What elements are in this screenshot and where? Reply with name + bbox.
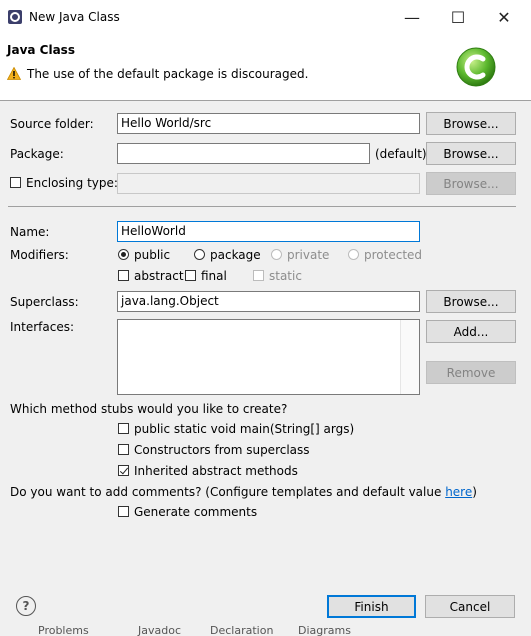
window-title: New Java Class: [29, 10, 120, 24]
background-tab-declaration[interactable]: Declaration: [210, 626, 273, 636]
comments-question: Do you want to add comments? (Configure …: [10, 485, 477, 499]
package-label: Package:: [10, 147, 64, 161]
enclosing-type-checkbox[interactable]: [10, 177, 21, 188]
modifier-public-radio[interactable]: [118, 249, 129, 260]
comments-question-suffix: ): [472, 485, 477, 499]
superclass-field[interactable]: java.lang.Object: [117, 291, 420, 312]
enclosing-type-label: Enclosing type:: [26, 176, 118, 190]
modifier-protected-radio: [348, 249, 359, 260]
inherited-methods-checkbox[interactable]: [118, 465, 129, 476]
background-tab-strip: Problems Javadoc Declaration Diagrams: [0, 626, 531, 636]
modifiers-label: Modifiers:: [10, 248, 69, 262]
help-icon[interactable]: ?: [16, 596, 36, 616]
generate-comments-checkbox[interactable]: [118, 506, 129, 517]
static-checkbox: [253, 270, 264, 281]
constructors-checkbox[interactable]: [118, 444, 129, 455]
inherited-methods-label: Inherited abstract methods: [134, 464, 298, 478]
source-folder-label: Source folder:: [10, 117, 94, 131]
abstract-label: abstract: [134, 269, 184, 283]
add-interface-button[interactable]: Add...: [426, 320, 516, 343]
name-label: Name:: [10, 225, 50, 239]
final-label: final: [201, 269, 227, 283]
package-default-label: (default): [375, 147, 427, 161]
close-button[interactable]: ✕: [481, 0, 527, 34]
background-tab-diagrams[interactable]: Diagrams: [298, 626, 351, 636]
enclosing-type-browse-button: Browse...: [426, 172, 516, 195]
modifier-protected-label: protected: [364, 248, 423, 262]
name-field[interactable]: HelloWorld: [117, 221, 420, 242]
background-tab-problems[interactable]: Problems: [38, 626, 89, 636]
generate-comments-label: Generate comments: [134, 505, 258, 519]
configure-templates-link[interactable]: here: [445, 485, 472, 499]
wizard-title: Java Class: [7, 43, 75, 57]
modifier-package-label: package: [210, 248, 261, 262]
abstract-checkbox[interactable]: [118, 270, 129, 281]
superclass-label: Superclass:: [10, 295, 79, 309]
stubs-question: Which method stubs would you like to cre…: [10, 402, 288, 416]
eclipse-gear-icon: [8, 10, 22, 24]
separator: [8, 206, 516, 207]
maximize-button[interactable]: ☐: [435, 0, 481, 34]
cancel-button[interactable]: Cancel: [425, 595, 515, 618]
background-tab-javadoc[interactable]: Javadoc: [138, 626, 181, 636]
comments-question-text: Do you want to add comments? (Configure …: [10, 485, 446, 499]
modifier-package-radio[interactable]: [194, 249, 205, 260]
wizard-message: The use of the default package is discou…: [27, 67, 309, 81]
interfaces-label: Interfaces:: [10, 320, 75, 334]
modifier-public-label: public: [134, 248, 171, 262]
minimize-button[interactable]: —: [389, 0, 435, 34]
source-folder-browse-button[interactable]: Browse...: [426, 112, 516, 135]
title-bar: New Java Class — ☐ ✕: [0, 0, 531, 34]
superclass-browse-button[interactable]: Browse...: [426, 290, 516, 313]
static-label: static: [269, 269, 302, 283]
enclosing-type-field: [117, 173, 420, 194]
source-folder-field[interactable]: Hello World/src: [117, 113, 420, 134]
main-method-checkbox[interactable]: [118, 423, 129, 434]
package-field[interactable]: [117, 143, 370, 164]
interfaces-scrollbar[interactable]: [400, 320, 419, 394]
warning-icon: [7, 67, 21, 80]
finish-button[interactable]: Finish: [327, 595, 416, 618]
java-class-logo-icon: [456, 47, 496, 87]
main-method-label: public static void main(String[] args): [134, 422, 355, 436]
interfaces-list[interactable]: [117, 319, 420, 395]
remove-interface-button: Remove: [426, 361, 516, 384]
constructors-label: Constructors from superclass: [134, 443, 310, 457]
modifier-private-label: private: [287, 248, 330, 262]
modifier-private-radio: [271, 249, 282, 260]
final-checkbox[interactable]: [185, 270, 196, 281]
package-browse-button[interactable]: Browse...: [426, 142, 516, 165]
